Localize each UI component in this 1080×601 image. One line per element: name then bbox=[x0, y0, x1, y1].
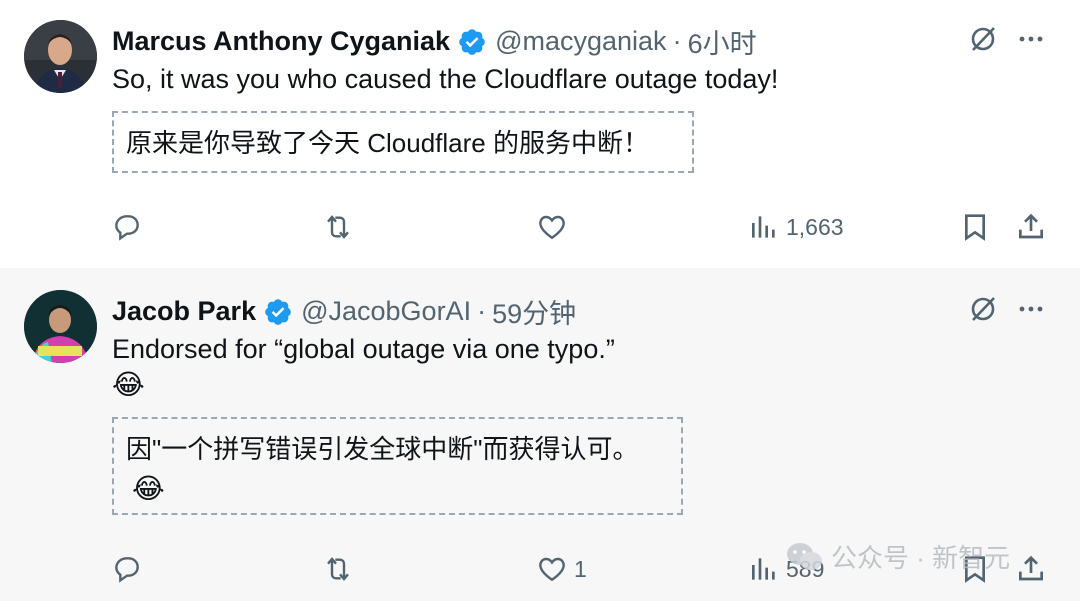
author-handle[interactable]: @JacobGorAI bbox=[301, 296, 471, 327]
share-icon bbox=[1019, 213, 1043, 239]
tweet-actions: 1,663 bbox=[0, 207, 1080, 247]
tweet-header: Marcus Anthony Cyganiak @macyganiak · 6小… bbox=[112, 22, 757, 61]
more-icon[interactable] bbox=[1014, 22, 1048, 56]
bookmark-icon bbox=[965, 214, 985, 241]
tweet-1[interactable]: Marcus Anthony Cyganiak @macyganiak · 6小… bbox=[0, 0, 1080, 268]
like-icon bbox=[539, 215, 565, 240]
views-button[interactable]: 589 bbox=[748, 549, 824, 589]
author-handle[interactable]: @macyganiak bbox=[495, 26, 666, 57]
more-icon[interactable] bbox=[1014, 292, 1048, 326]
tweet-text: Endorsed for “global outage via one typo… bbox=[112, 334, 615, 364]
tweet-actions: 1 589 bbox=[0, 549, 1080, 589]
share-icon bbox=[1019, 555, 1043, 581]
tweet-header: Jacob Park @JacobGorAI · 59分钟 bbox=[112, 292, 576, 331]
reply-button[interactable] bbox=[111, 207, 149, 247]
bookmark-icon bbox=[965, 556, 985, 583]
author-name[interactable]: Marcus Anthony Cyganiak bbox=[112, 26, 450, 57]
share-button[interactable] bbox=[1015, 207, 1047, 247]
like-button[interactable] bbox=[536, 207, 574, 247]
retweet-icon bbox=[327, 215, 349, 239]
grok-icon[interactable] bbox=[966, 22, 1000, 56]
timestamp[interactable]: 59分钟 bbox=[492, 292, 576, 331]
views-icon bbox=[752, 216, 775, 238]
tweet-text: So, it was you who caused the Cloudflare… bbox=[112, 64, 779, 94]
bookmark-button[interactable] bbox=[959, 549, 991, 589]
retweet-button[interactable] bbox=[322, 549, 360, 589]
translation-box: 因"一个拼写错误引发全球中断"而获得认可。 😂 bbox=[112, 417, 683, 515]
views-icon bbox=[752, 558, 775, 580]
grok-icon[interactable] bbox=[966, 292, 1000, 326]
like-count: 1 bbox=[574, 555, 587, 582]
verified-badge-icon bbox=[457, 27, 487, 57]
bookmark-button[interactable] bbox=[959, 207, 991, 247]
reply-icon bbox=[115, 215, 139, 241]
retweet-icon bbox=[327, 557, 349, 581]
views-button[interactable]: 1,663 bbox=[748, 207, 844, 247]
translation-box: 原来是你导致了今天 Cloudflare 的服务中断！ bbox=[112, 111, 694, 173]
avatar[interactable] bbox=[24, 20, 97, 93]
timestamp[interactable]: 6小时 bbox=[688, 22, 757, 61]
separator: · bbox=[477, 296, 487, 326]
views-count: 1,663 bbox=[786, 213, 844, 240]
retweet-button[interactable] bbox=[322, 207, 360, 247]
share-button[interactable] bbox=[1015, 549, 1047, 589]
reply-button[interactable] bbox=[111, 549, 149, 589]
like-button[interactable]: 1 bbox=[536, 549, 587, 589]
reply-icon bbox=[115, 557, 139, 583]
separator: · bbox=[672, 26, 682, 56]
translation-text: 因"一个拼写错误引发全球中断"而获得认可。 bbox=[126, 434, 639, 464]
verified-badge-icon bbox=[263, 297, 293, 327]
tweet-2[interactable]: Jacob Park @JacobGorAI · 59分钟 Endorsed f… bbox=[0, 268, 1080, 601]
translation-emoji: 😂 bbox=[132, 473, 165, 504]
avatar[interactable] bbox=[24, 290, 97, 363]
views-count: 589 bbox=[786, 555, 825, 582]
author-name[interactable]: Jacob Park bbox=[112, 296, 256, 327]
tweet-emoji: 😂 bbox=[112, 369, 145, 400]
like-icon bbox=[539, 557, 565, 582]
translation-text: 原来是你导致了今天 Cloudflare 的服务中断！ bbox=[126, 128, 649, 158]
